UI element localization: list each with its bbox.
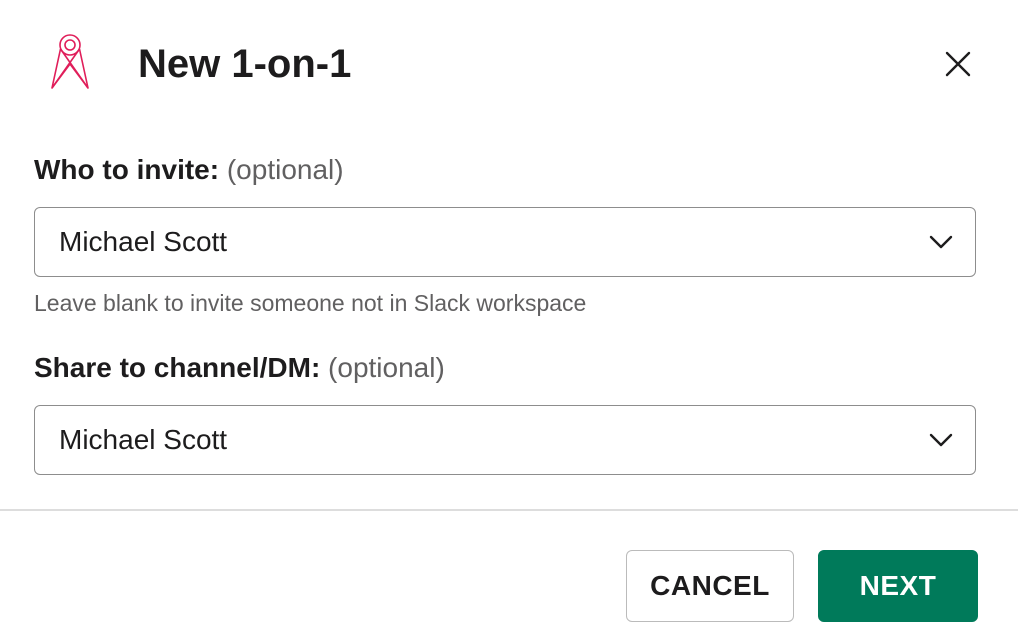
close-icon (945, 51, 971, 77)
footer-divider (0, 509, 1018, 511)
new-1on1-dialog: New 1-on-1 Who to invite: (optional) Mic… (0, 0, 1018, 642)
invite-optional-text: (optional) (226, 154, 344, 185)
chevron-down-icon (929, 235, 953, 249)
dialog-title: New 1-on-1 (138, 42, 352, 86)
invite-label-text: Who to invite: (34, 154, 220, 185)
share-optional-text: (optional) (328, 352, 445, 383)
share-field-label: Share to channel/DM: (optional) (34, 350, 445, 386)
invite-hint: Leave blank to invite someone not in Sla… (34, 290, 587, 316)
close-button[interactable] (934, 40, 982, 88)
cancel-button[interactable]: CANCEL (626, 550, 794, 622)
map-pin-ribbon-icon (46, 32, 98, 94)
dialog-header: New 1-on-1 (0, 0, 1018, 125)
invite-select-value: Michael Scott (59, 226, 228, 257)
share-select-value: Michael Scott (59, 424, 228, 455)
invite-select[interactable]: Michael Scott (34, 207, 976, 277)
share-select[interactable]: Michael Scott (34, 405, 976, 475)
chevron-down-icon (929, 433, 953, 447)
next-button[interactable]: NEXT (818, 550, 978, 622)
share-label-text: Share to channel/DM: (34, 352, 321, 383)
invite-field-label: Who to invite: (optional) (34, 152, 344, 188)
